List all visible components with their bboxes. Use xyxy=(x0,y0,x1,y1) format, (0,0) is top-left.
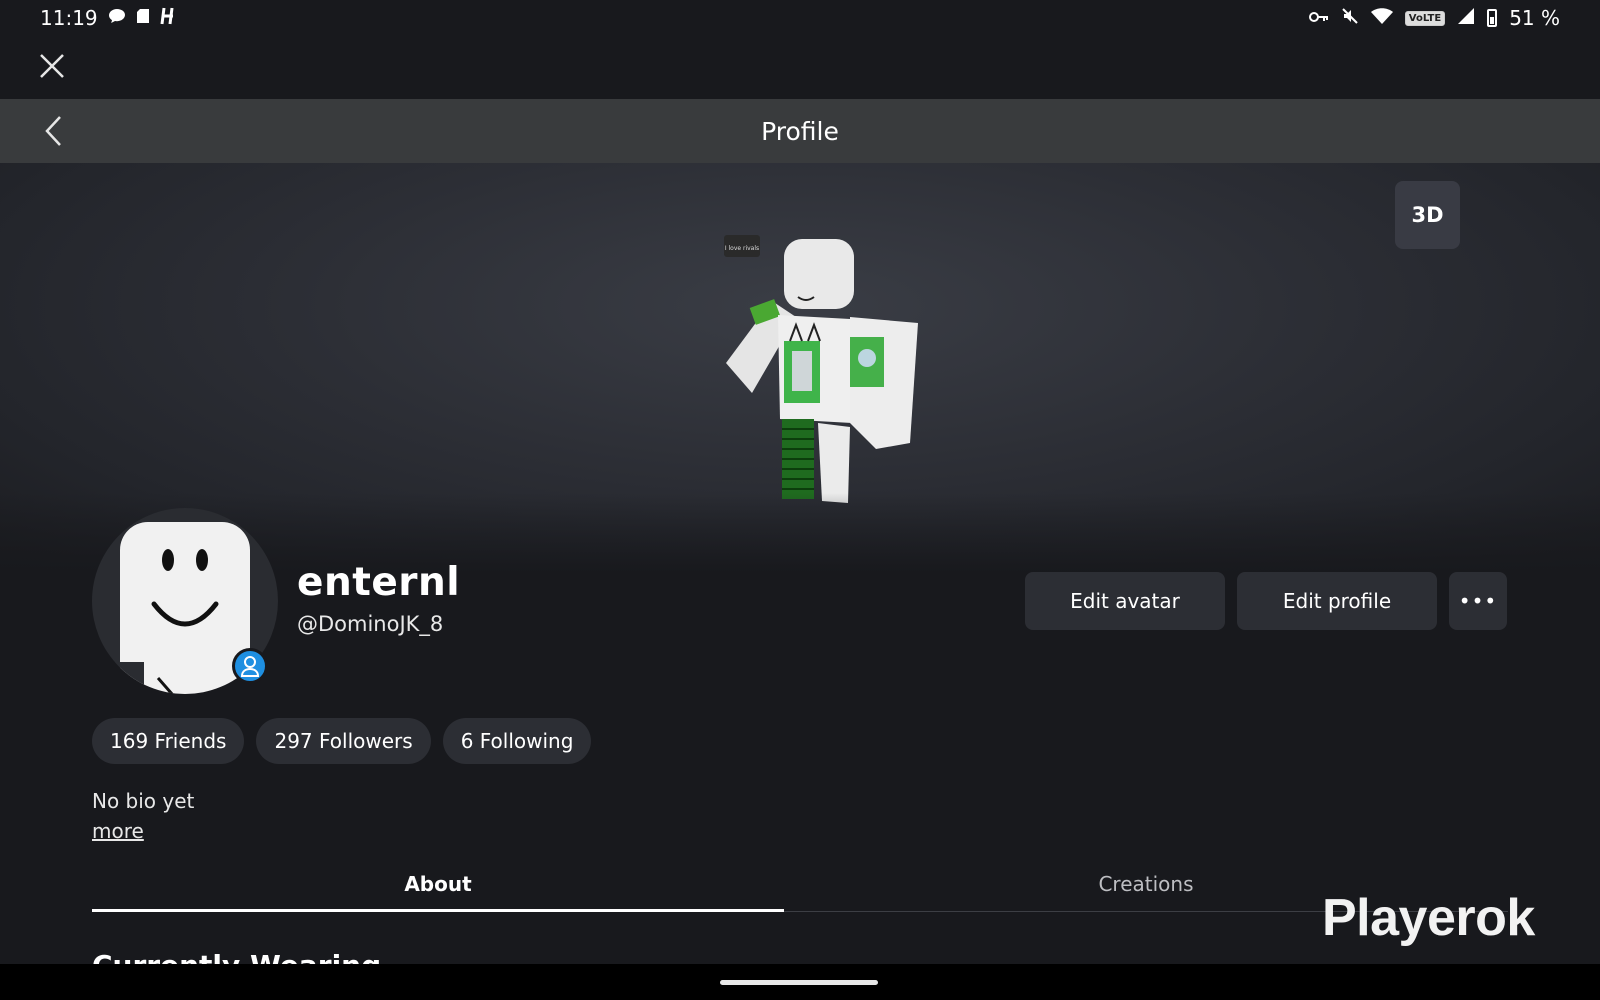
wifi-icon xyxy=(1370,8,1393,28)
system-nav-bar xyxy=(0,964,1600,1000)
bio-more-link[interactable]: more xyxy=(92,819,144,843)
vpn-key-icon xyxy=(1308,9,1329,27)
app-root: 11:19 VoLTE 51 % Profile 3D I love rival… xyxy=(0,0,1600,1000)
status-bar: 11:19 VoLTE 51 % xyxy=(0,0,1600,36)
verified-user-badge xyxy=(232,648,268,684)
close-row xyxy=(0,36,1600,99)
tab-about[interactable]: About xyxy=(92,858,784,910)
signal-icon xyxy=(1457,7,1475,29)
speech-bubble-text: I love rivals xyxy=(725,245,759,252)
chevron-left-icon xyxy=(45,116,61,146)
edit-profile-button[interactable]: Edit profile xyxy=(1237,572,1437,630)
view-3d-button[interactable]: 3D xyxy=(1395,181,1460,249)
page-title: Profile xyxy=(761,116,839,146)
mute-icon xyxy=(1341,7,1359,29)
header-bar: Profile xyxy=(0,99,1600,163)
followers-count-button[interactable]: 297 Followers xyxy=(256,718,431,764)
back-button[interactable] xyxy=(38,113,68,149)
edit-avatar-button[interactable]: Edit avatar xyxy=(1025,572,1225,630)
more-options-button[interactable]: ••• xyxy=(1449,572,1507,630)
friends-count-button[interactable]: 169 Friends xyxy=(92,718,245,764)
close-button[interactable] xyxy=(36,50,68,82)
user-icon xyxy=(240,656,260,677)
ellipsis-icon: ••• xyxy=(1458,589,1498,613)
status-time: 11:19 xyxy=(40,6,98,30)
bio-text: No bio yet xyxy=(92,789,195,813)
close-icon xyxy=(40,54,64,78)
volte-icon: VoLTE xyxy=(1404,10,1446,26)
h-app-icon xyxy=(160,7,176,29)
avatar-3d-figure[interactable]: I love rivals xyxy=(700,233,930,513)
watermark-logo: Playerok xyxy=(1322,889,1535,947)
status-left: 11:19 xyxy=(40,6,176,30)
status-right: VoLTE 51 % xyxy=(1308,6,1560,30)
profile-tabs: About Creations xyxy=(92,858,1508,914)
username: @DominoJK_8 xyxy=(297,612,444,636)
sd-card-icon xyxy=(136,8,150,28)
social-stats: 169 Friends 297 Followers 6 Following xyxy=(92,718,592,764)
battery-percent: 51 % xyxy=(1509,6,1560,30)
avatar-hero: 3D I love rivals xyxy=(0,163,1600,573)
following-count-button[interactable]: 6 Following xyxy=(442,718,592,764)
battery-icon xyxy=(1487,9,1498,27)
home-indicator[interactable] xyxy=(720,980,878,985)
avatar-head xyxy=(784,239,854,309)
display-name: enternl xyxy=(297,560,461,605)
tab-active-indicator xyxy=(92,909,784,912)
chat-icon xyxy=(108,8,126,28)
